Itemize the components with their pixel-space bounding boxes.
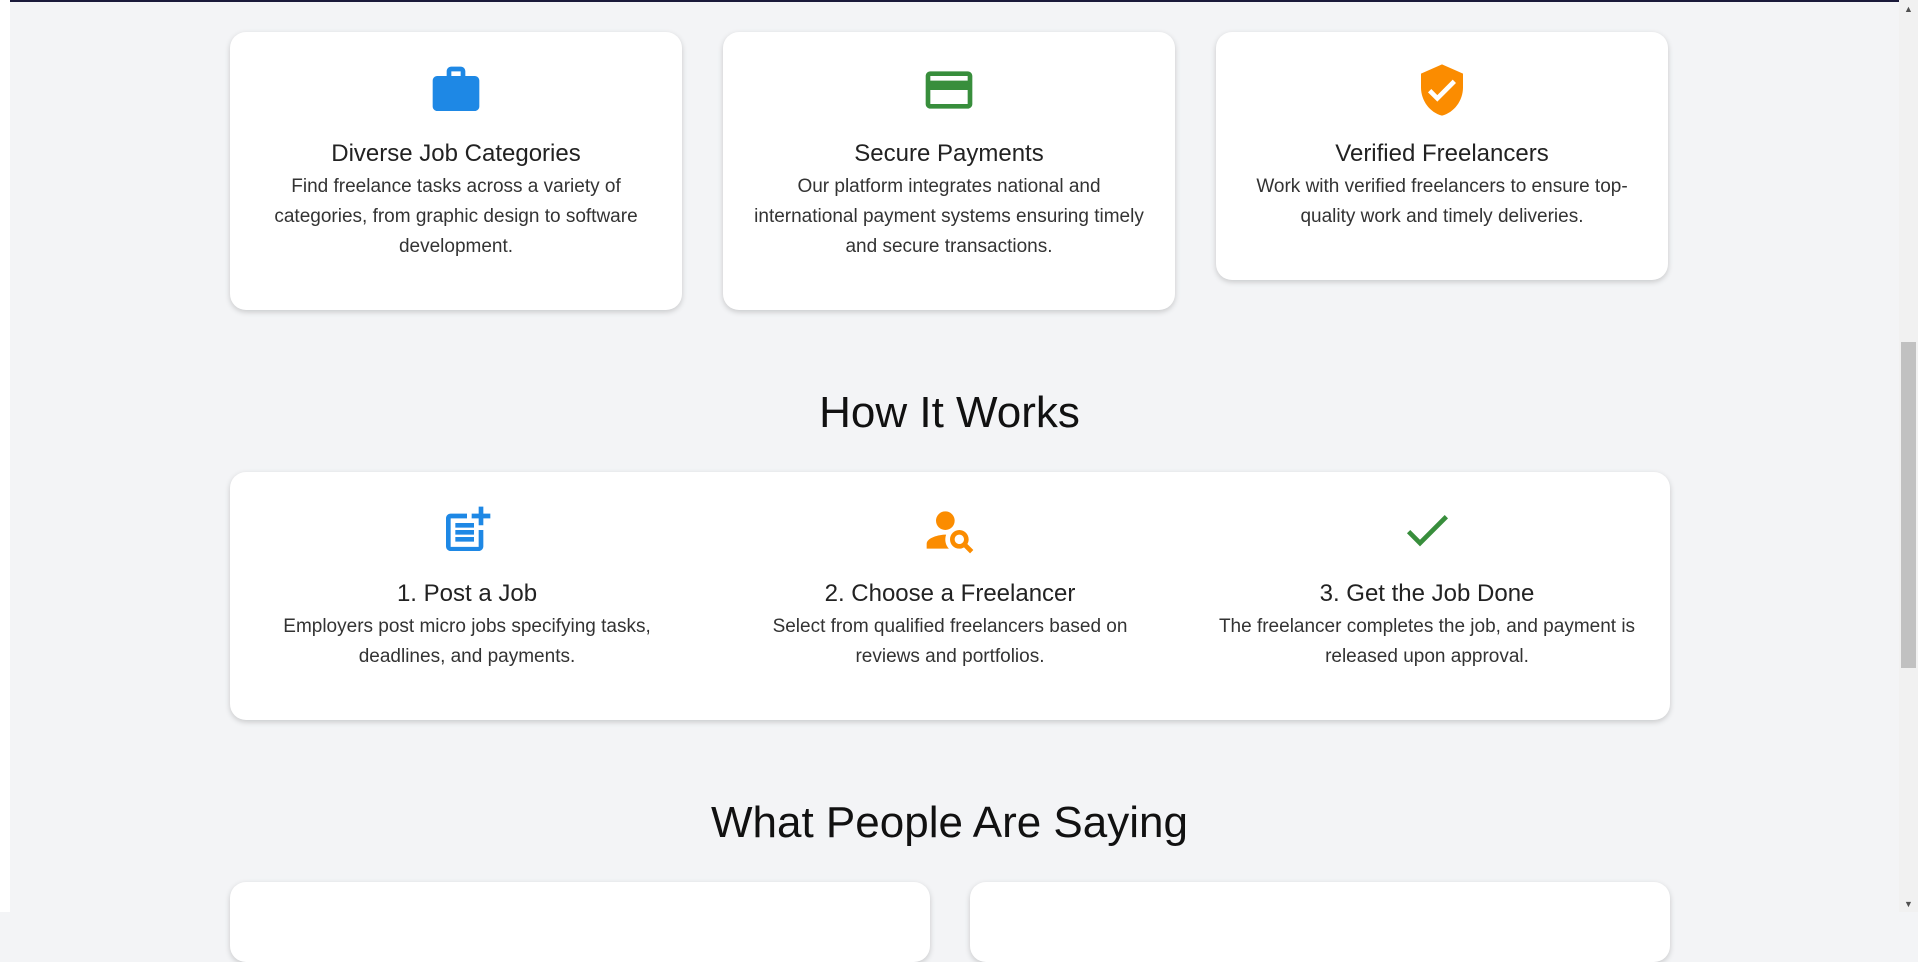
step-description: The freelancer completes the job, and pa…: [1218, 616, 1636, 667]
feature-title: Secure Payments: [854, 140, 1044, 167]
scroll-up-arrow-icon[interactable]: ▲: [1899, 0, 1918, 17]
testimonial-card: [230, 882, 930, 962]
step-title: 1. Post a Job: [396, 580, 538, 607]
step-get-job-done: 3. Get the Job Done The freelancer compl…: [1208, 502, 1646, 672]
page-scrollbar[interactable]: ▲ ▼: [1899, 0, 1918, 912]
how-it-works-card: 1. Post a Job Employers post micro jobs …: [230, 472, 1670, 720]
feature-card-verified-freelancers: Verified Freelancers Work with verified …: [1216, 32, 1668, 280]
post-add-icon: [260, 502, 674, 558]
top-border: [0, 0, 1899, 2]
person-search-icon: [743, 502, 1157, 558]
feature-title: Verified Freelancers: [1335, 140, 1549, 167]
testimonials-heading: What People Are Saying: [711, 798, 1188, 847]
left-edge: [0, 0, 10, 912]
feature-card-secure-payments: Secure Payments Our platform integrates …: [723, 32, 1175, 310]
checkmark-icon: [1208, 502, 1646, 558]
step-description: Select from qualified freelancers based …: [772, 616, 1128, 667]
step-title: 3. Get the Job Done: [1319, 580, 1535, 607]
feature-description: Work with verified freelancers to ensure…: [1256, 176, 1628, 227]
step-title: 2. Choose a Freelancer: [824, 580, 1076, 607]
credit-card-icon: [723, 62, 1175, 118]
step-post-job: 1. Post a Job Employers post micro jobs …: [260, 502, 674, 672]
scroll-down-arrow-icon[interactable]: ▼: [1899, 895, 1918, 912]
briefcase-icon: [230, 62, 682, 118]
testimonial-card: [970, 882, 1670, 962]
feature-description: Our platform integrates national and int…: [754, 176, 1144, 257]
how-it-works-heading: How It Works: [819, 388, 1080, 437]
feature-description: Find freelance tasks across a variety of…: [274, 176, 638, 257]
feature-card-job-categories: Diverse Job Categories Find freelance ta…: [230, 32, 682, 310]
verified-shield-icon: [1216, 62, 1668, 118]
feature-title: Diverse Job Categories: [331, 140, 581, 167]
step-choose-freelancer: 2. Choose a Freelancer Select from quali…: [743, 502, 1157, 672]
scrollbar-thumb[interactable]: [1901, 342, 1916, 668]
step-description: Employers post micro jobs specifying tas…: [283, 616, 651, 667]
